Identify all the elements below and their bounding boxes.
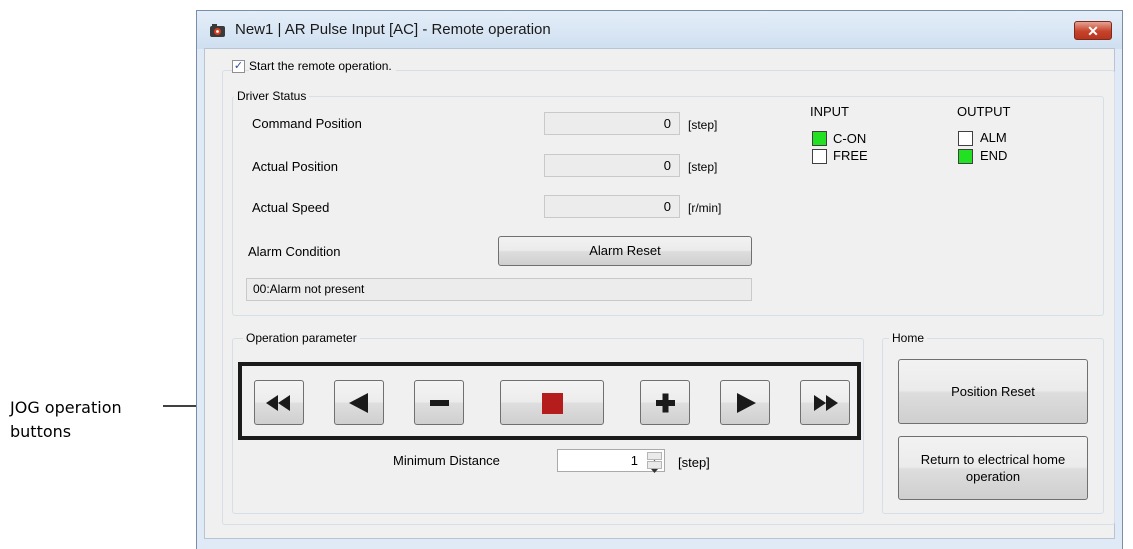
- command-position-label: Command Position: [252, 116, 362, 131]
- actual-speed-unit: [r/min]: [688, 201, 722, 215]
- reverse-icon: [349, 393, 368, 413]
- output-end-indicator: [958, 149, 973, 164]
- close-x-icon: ✕: [1087, 23, 1099, 39]
- driver-status-caption: Driver Status: [234, 89, 310, 103]
- actual-position-label: Actual Position: [252, 159, 338, 174]
- app-icon: [210, 24, 225, 37]
- return-home-label: Return to electrical home operation: [920, 452, 1066, 484]
- jog-fast-forward-button[interactable]: [800, 380, 850, 425]
- alarm-status-field: 00:Alarm not present: [246, 278, 752, 301]
- input-title: INPUT: [810, 104, 849, 119]
- title-bar: New1 | AR Pulse Input [AC] - Remote oper…: [197, 11, 1122, 49]
- alarm-reset-button[interactable]: Alarm Reset: [498, 236, 752, 266]
- command-position-value: 0: [544, 112, 680, 135]
- jog-reverse-button[interactable]: [334, 380, 384, 425]
- annotation-line-1: JOG operation: [10, 398, 122, 417]
- stop-icon: [542, 393, 563, 414]
- position-reset-button[interactable]: Position Reset: [898, 359, 1088, 424]
- input-free-indicator: [812, 149, 827, 164]
- input-c-on-label: C-ON: [833, 131, 867, 146]
- fast-forward-icon: [814, 395, 838, 411]
- jog-forward-button[interactable]: [720, 380, 770, 425]
- return-home-button[interactable]: Return to electrical home operation: [898, 436, 1088, 500]
- input-free-label: FREE: [833, 148, 868, 163]
- actual-position-unit: [step]: [688, 160, 718, 174]
- fast-reverse-icon: [266, 395, 290, 411]
- minus-icon: [430, 400, 449, 406]
- minimum-distance-label: Minimum Distance: [393, 453, 500, 468]
- minimum-distance-value: 1: [630, 453, 638, 468]
- operation-parameter-caption: Operation parameter: [243, 331, 360, 345]
- alarm-condition-label: Alarm Condition: [248, 244, 341, 259]
- command-position-unit: [step]: [688, 118, 718, 132]
- output-alm-indicator: [958, 131, 973, 146]
- stepper-down-button[interactable]: [647, 461, 662, 473]
- jog-plus-button[interactable]: [640, 380, 690, 425]
- minimum-distance-unit: [step]: [678, 455, 710, 470]
- annotation-label: JOG operation buttons: [10, 396, 122, 444]
- jog-stop-button[interactable]: [500, 380, 604, 425]
- jog-minus-button[interactable]: [414, 380, 464, 425]
- forward-icon: [737, 393, 756, 413]
- home-caption: Home: [889, 331, 928, 345]
- chevron-down-icon: [651, 469, 658, 473]
- start-remote-checkbox[interactable]: ✓: [232, 60, 245, 73]
- stepper-up-button[interactable]: [647, 452, 662, 464]
- output-alm-label: ALM: [980, 130, 1007, 145]
- plus-icon: [656, 393, 675, 413]
- output-title: OUTPUT: [957, 104, 1011, 119]
- start-remote-label: Start the remote operation.: [249, 58, 396, 74]
- actual-speed-label: Actual Speed: [252, 200, 330, 215]
- actual-speed-value: 0: [544, 195, 680, 218]
- output-end-label: END: [980, 148, 1008, 163]
- jog-fast-reverse-button[interactable]: [254, 380, 304, 425]
- window-title: New1 | AR Pulse Input [AC] - Remote oper…: [235, 21, 551, 38]
- annotation-line-2: buttons: [10, 422, 72, 441]
- input-c-on-indicator: [812, 131, 827, 146]
- minimum-distance-stepper[interactable]: 1: [557, 449, 665, 473]
- close-button[interactable]: ✕: [1074, 21, 1112, 40]
- actual-position-value: 0: [544, 154, 680, 177]
